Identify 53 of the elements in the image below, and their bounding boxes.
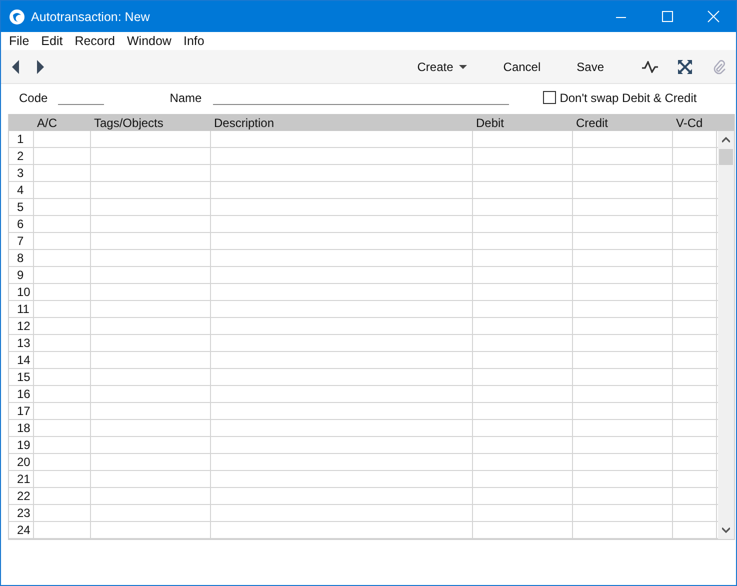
menu-item[interactable]: Record [68,34,121,48]
row-number: 3 [9,165,34,181]
row-number: 17 [9,403,34,419]
column-header: Description [213,116,276,130]
row-number: 19 [9,437,34,453]
row-number: 6 [9,216,34,232]
row-number: 12 [9,318,34,334]
column-header: V-Cd [675,116,704,130]
column-header: Tags/Objects [93,116,164,130]
row-number: 7 [9,233,34,249]
column-header: Credit [575,116,610,130]
previous-icon[interactable] [12,60,20,74]
menu-item[interactable]: File [3,34,36,48]
row-number: 2 [9,148,34,164]
menu-item[interactable]: Info [177,34,210,48]
row-number: 22 [9,488,34,504]
row-number: 21 [9,471,34,487]
row-number: 1 [9,131,34,147]
row-number: 20 [9,454,34,470]
scrollbar[interactable] [718,131,734,539]
code-label: Code [19,90,48,104]
app-logo-icon [9,8,25,24]
scroll-up-icon[interactable] [722,137,730,143]
toolbar-button[interactable]: Save [566,54,614,78]
row-number: 5 [9,199,34,215]
row-number: 11 [9,301,34,317]
row-number: 18 [9,420,34,436]
pulse-icon[interactable] [642,60,658,72]
row-number: 10 [9,284,34,300]
expand-icon[interactable] [678,60,692,74]
column-header: Debit [475,116,506,130]
row-number: 4 [9,182,34,198]
caret-icon [459,64,468,68]
window-title: Autotransaction: New [31,10,151,24]
row-number: 16 [9,386,34,402]
name-label: Name [170,90,202,104]
scroll-down-icon[interactable] [722,527,730,533]
menu-item[interactable]: Edit [35,34,69,48]
row-number: 14 [9,352,34,368]
next-icon[interactable] [36,60,44,74]
column-header: A/C [36,116,58,130]
row-number: 24 [9,522,34,538]
checkbox[interactable] [542,91,556,104]
create-dropdown-button[interactable]: Create [407,54,478,78]
toolbar-button[interactable]: Cancel [493,54,551,78]
row-number: 8 [9,250,34,266]
row-number: 23 [9,505,34,521]
row-number: 15 [9,369,34,385]
menu-item[interactable]: Window [121,34,178,48]
checkbox-label: Don't swap Debit & Credit [560,90,697,104]
scrollbar-thumb[interactable] [719,149,733,165]
row-number: 13 [9,335,34,351]
row-number: 9 [9,267,34,283]
